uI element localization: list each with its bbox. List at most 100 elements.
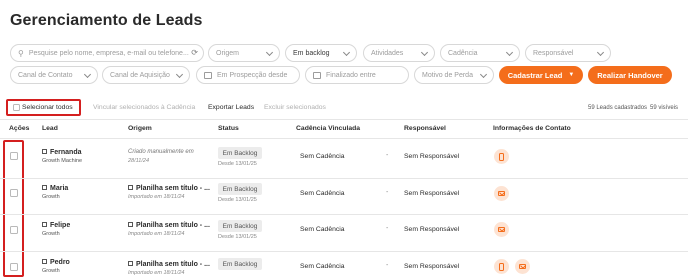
status-since: Desde 13/01/25 [218, 161, 257, 167]
external-link-icon[interactable] [128, 261, 133, 266]
prospeccao-date-field[interactable]: Em Prospecção desde [196, 66, 300, 84]
chevron-down-icon: ▼ [568, 72, 575, 78]
external-link-icon[interactable] [42, 222, 47, 227]
row-checkbox[interactable] [10, 152, 18, 160]
lead-name[interactable]: Pedro [42, 259, 70, 266]
table-row[interactable]: Pedro Growth Planilha sem título - ... I… [0, 251, 688, 279]
finalizado-date-field[interactable]: Finalizado entre [305, 66, 409, 84]
mail-icon[interactable] [494, 222, 509, 237]
cadastrar-lead-label: Cadastrar Lead [507, 70, 563, 80]
calendar-icon [204, 71, 212, 79]
status-select[interactable]: Em backlog [285, 44, 357, 62]
status-since: Desde 13/01/25 [218, 234, 257, 240]
lead-company: Growth Machine [42, 158, 83, 164]
status-badge: Em Backlog [218, 220, 262, 232]
canal-contato-select[interactable]: Canal de Contato [10, 66, 98, 84]
origin-text: Planilha sem título - ... [136, 261, 210, 268]
page-title: Gerenciamento de Leads [10, 12, 203, 29]
external-link-icon[interactable] [42, 259, 47, 264]
chevron-down-icon [505, 48, 514, 57]
cadencia-select[interactable]: Cadência [440, 44, 520, 62]
origin-date: Importado em 18/11/24 [128, 194, 185, 200]
exportar-leads-link[interactable]: Exportar Leads [208, 104, 254, 111]
lead-name[interactable]: Fernanda [42, 149, 82, 156]
mail-icon[interactable] [515, 259, 530, 274]
select-all-checkbox[interactable] [13, 104, 20, 111]
status-badge: Em Backlog [218, 183, 262, 195]
phone-icon[interactable] [494, 149, 509, 164]
cadence-dash: - [386, 225, 389, 232]
origin-date: Importado em 18/11/24 [128, 231, 185, 237]
cadence-dash: - [386, 152, 389, 159]
chevron-down-icon [596, 48, 605, 57]
row-checkbox[interactable] [10, 226, 18, 234]
divider [0, 119, 688, 120]
phone-icon[interactable] [494, 259, 509, 274]
origem-select[interactable]: Origem [208, 44, 280, 62]
origin-link[interactable]: Planilha sem título - ... [128, 185, 210, 192]
status-since: Desde 13/01/25 [218, 197, 257, 203]
divider [0, 138, 688, 139]
motivo-perda-label: Motivo de Perda [422, 71, 473, 79]
responsible-value: Sem Responsável [404, 226, 460, 233]
atividades-select-label: Atividades [371, 49, 404, 57]
external-link-icon[interactable] [42, 149, 47, 154]
scan-icon[interactable]: ⟳ [191, 48, 198, 57]
realizar-handover-label: Realizar Handover [597, 70, 663, 80]
search-icon: ⚲ [18, 48, 24, 58]
lead-company: Growth [42, 194, 60, 200]
responsavel-select[interactable]: Responsável [525, 44, 611, 62]
table-header: Ações Lead Origem Status Cadência Vincul… [0, 125, 688, 137]
calendar-icon [313, 71, 321, 79]
external-link-icon[interactable] [128, 185, 133, 190]
cadence-value: Sem Cadência [300, 153, 345, 160]
table-row[interactable]: Fernanda Growth Machine Criado manualmen… [0, 141, 688, 178]
origin-link[interactable]: Planilha sem título - ... [128, 222, 210, 229]
external-link-icon[interactable] [42, 185, 47, 190]
table-row[interactable]: Maria Growth Planilha sem título - ... I… [0, 178, 688, 215]
origem-select-label: Origem [216, 49, 239, 57]
search-input[interactable]: ⚲ Pesquise pelo nome, empresa, e-mail ou… [10, 44, 204, 62]
canal-aquisicao-label: Canal de Aquisição [110, 71, 170, 79]
col-responsavel: Responsável [404, 125, 446, 132]
select-all-label[interactable]: Selecionar todos [22, 104, 73, 111]
col-lead: Lead [42, 125, 58, 132]
mail-icon[interactable] [494, 186, 509, 201]
leads-cadastrados-count: 59 Leads cadastrados [588, 105, 648, 111]
lead-name-text: Maria [50, 185, 69, 192]
responsavel-select-label: Responsável [533, 49, 574, 57]
chevron-down-icon [175, 70, 184, 79]
origin-date: 28/11/24 [128, 158, 150, 164]
leads-visiveis-count: 59 visíveis [650, 105, 679, 111]
motivo-perda-select[interactable]: Motivo de Perda [414, 66, 494, 84]
canal-aquisicao-select[interactable]: Canal de Aquisição [102, 66, 190, 84]
row-checkbox[interactable] [10, 263, 18, 271]
origin-text: Planilha sem título - ... [136, 185, 210, 192]
col-status: Status [218, 125, 239, 132]
lead-name[interactable]: Maria [42, 185, 68, 192]
chevron-down-icon [83, 70, 92, 79]
status-badge: Em Backlog [218, 147, 262, 159]
cadence-value: Sem Cadência [300, 190, 345, 197]
chevron-down-icon [265, 48, 274, 57]
cadencia-select-label: Cadência [448, 49, 478, 57]
row-checkbox[interactable] [10, 189, 18, 197]
responsible-value: Sem Responsável [404, 263, 460, 270]
external-link-icon[interactable] [128, 222, 133, 227]
atividades-select[interactable]: Atividades [363, 44, 435, 62]
cadastrar-lead-button[interactable]: Cadastrar Lead ▼ [499, 66, 583, 84]
excluir-selecionados-link[interactable]: Excluir selecionados [264, 104, 326, 111]
origin-text: Criado manualmente em [128, 149, 194, 155]
cadence-dash: - [386, 189, 389, 196]
col-cadencia: Cadência Vinculada [296, 125, 361, 132]
finalizado-date-label: Finalizado entre [326, 71, 376, 79]
col-origem: Origem [128, 125, 152, 132]
realizar-handover-button[interactable]: Realizar Handover [588, 66, 672, 84]
vincular-cadencia-link[interactable]: Vincular selecionados à Cadência [93, 104, 195, 111]
lead-name-text: Felipe [50, 222, 71, 229]
table-row[interactable]: Felipe Growth Planilha sem título - ... … [0, 214, 688, 251]
lead-company: Growth [42, 231, 60, 237]
lead-name-text: Pedro [50, 259, 70, 266]
lead-name[interactable]: Felipe [42, 222, 70, 229]
origin-link[interactable]: Planilha sem título - ... [128, 261, 210, 268]
